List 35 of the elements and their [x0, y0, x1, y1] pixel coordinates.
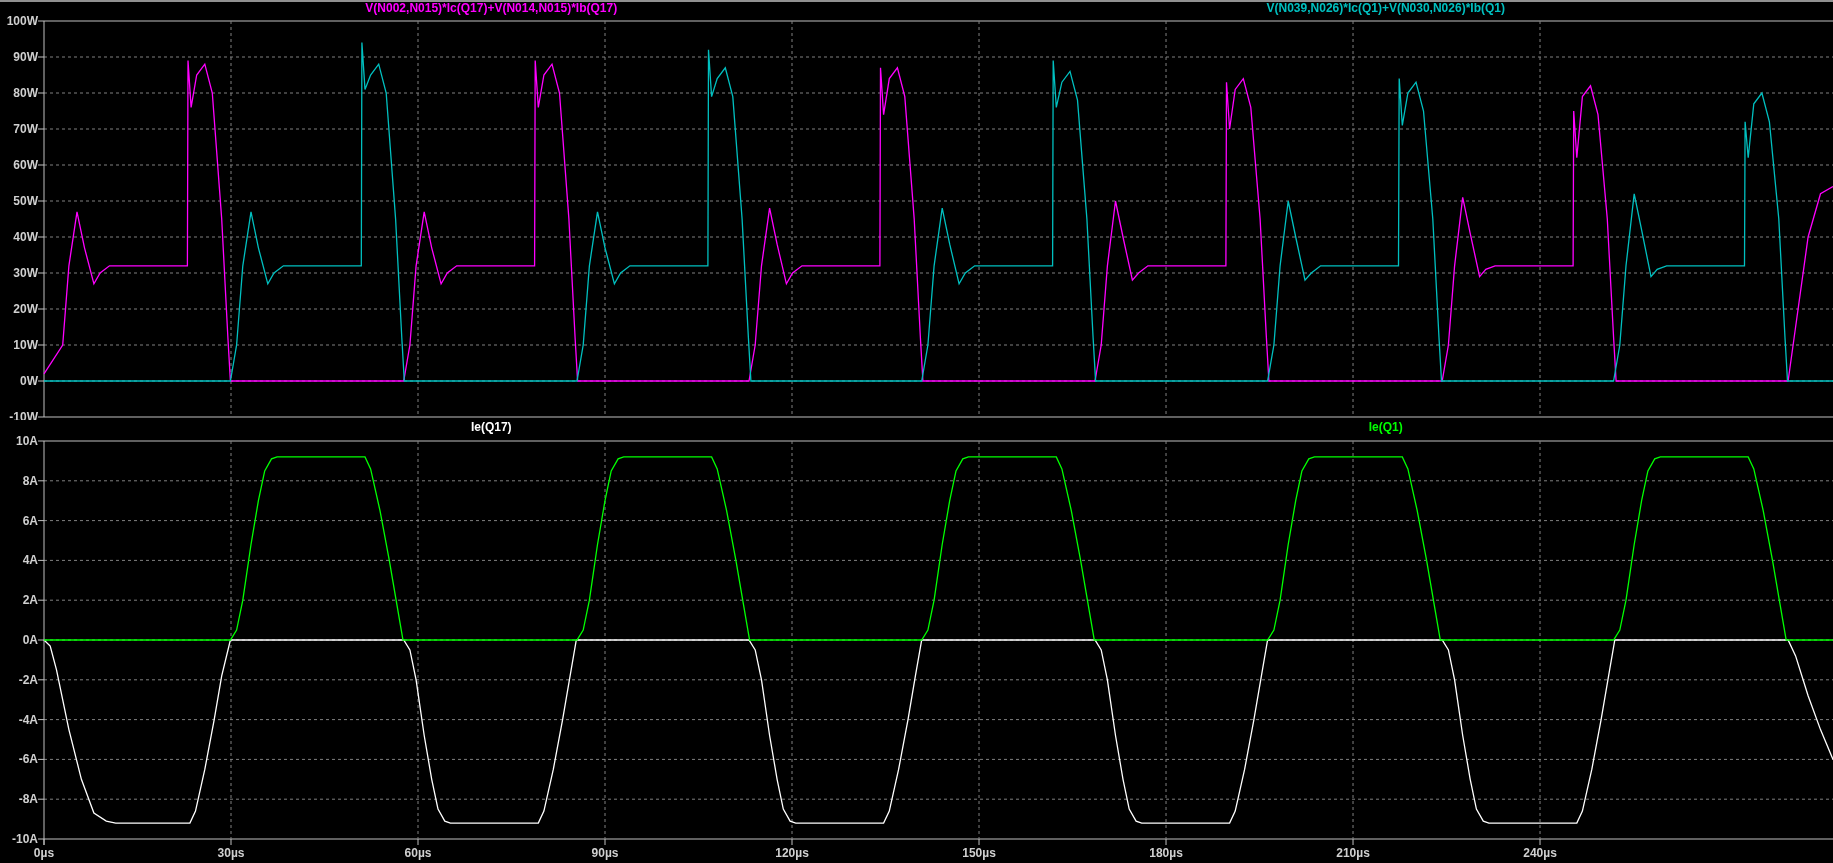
axis-tick-label: 40W: [13, 230, 38, 244]
axis-tick-label: 90µs: [591, 846, 619, 860]
axis-tick-label: -8A: [18, 792, 38, 807]
axis-tick-label: -2A: [18, 672, 38, 687]
axis-tick-label: -4A: [18, 712, 38, 727]
axis-tick-label: -6A: [18, 752, 38, 767]
axis-tick-label: 30W: [13, 266, 38, 280]
axis-tick-label: 0µs: [33, 846, 55, 860]
axis-tick-label: 180µs: [1149, 846, 1183, 860]
axis-tick-label: 0A: [22, 633, 38, 647]
axis-tick-label: 10W: [13, 338, 38, 352]
axis-tick-label: 100W: [6, 14, 38, 28]
axis-tick-label: 2A: [22, 593, 38, 608]
axis-tick-label: -10A: [12, 832, 38, 846]
trace-label: V(N002,N015)*Ic(Q17)+V(N014,N015)*Ib(Q17): [365, 2, 618, 14]
axis-tick-label: 80W: [13, 86, 38, 100]
axis-tick-label: 6A: [22, 513, 38, 528]
axis-tick-label: 150µs: [962, 846, 996, 860]
axis-tick-label: 60µs: [404, 846, 432, 860]
axis-tick-label: 70W: [13, 122, 38, 136]
axis-tick-label: 120µs: [775, 846, 809, 860]
axis-tick-label: 30µs: [217, 846, 245, 860]
axis-tick-label: 8A: [22, 473, 38, 488]
axis-tick-label: 10A: [16, 434, 38, 448]
axis-tick-label: 50W: [13, 194, 38, 208]
axis-tick-label: 60W: [13, 158, 38, 172]
axis-tick-label: 210µs: [1336, 846, 1370, 860]
trace-label: Ie(Q1): [1368, 421, 1403, 433]
trace-label: Ie(Q17): [470, 421, 512, 433]
axis-tick-label: 4A: [22, 553, 38, 568]
axis-tick-label: 90W: [13, 50, 38, 64]
axis-tick-label: 0W: [20, 374, 38, 388]
axis-tick-label: 240µs: [1523, 846, 1557, 860]
axis-tick-label: 20W: [13, 302, 38, 316]
trace-label: V(N039,N026)*Ic(Q1)+V(N030,N026)*Ib(Q1): [1266, 2, 1505, 14]
